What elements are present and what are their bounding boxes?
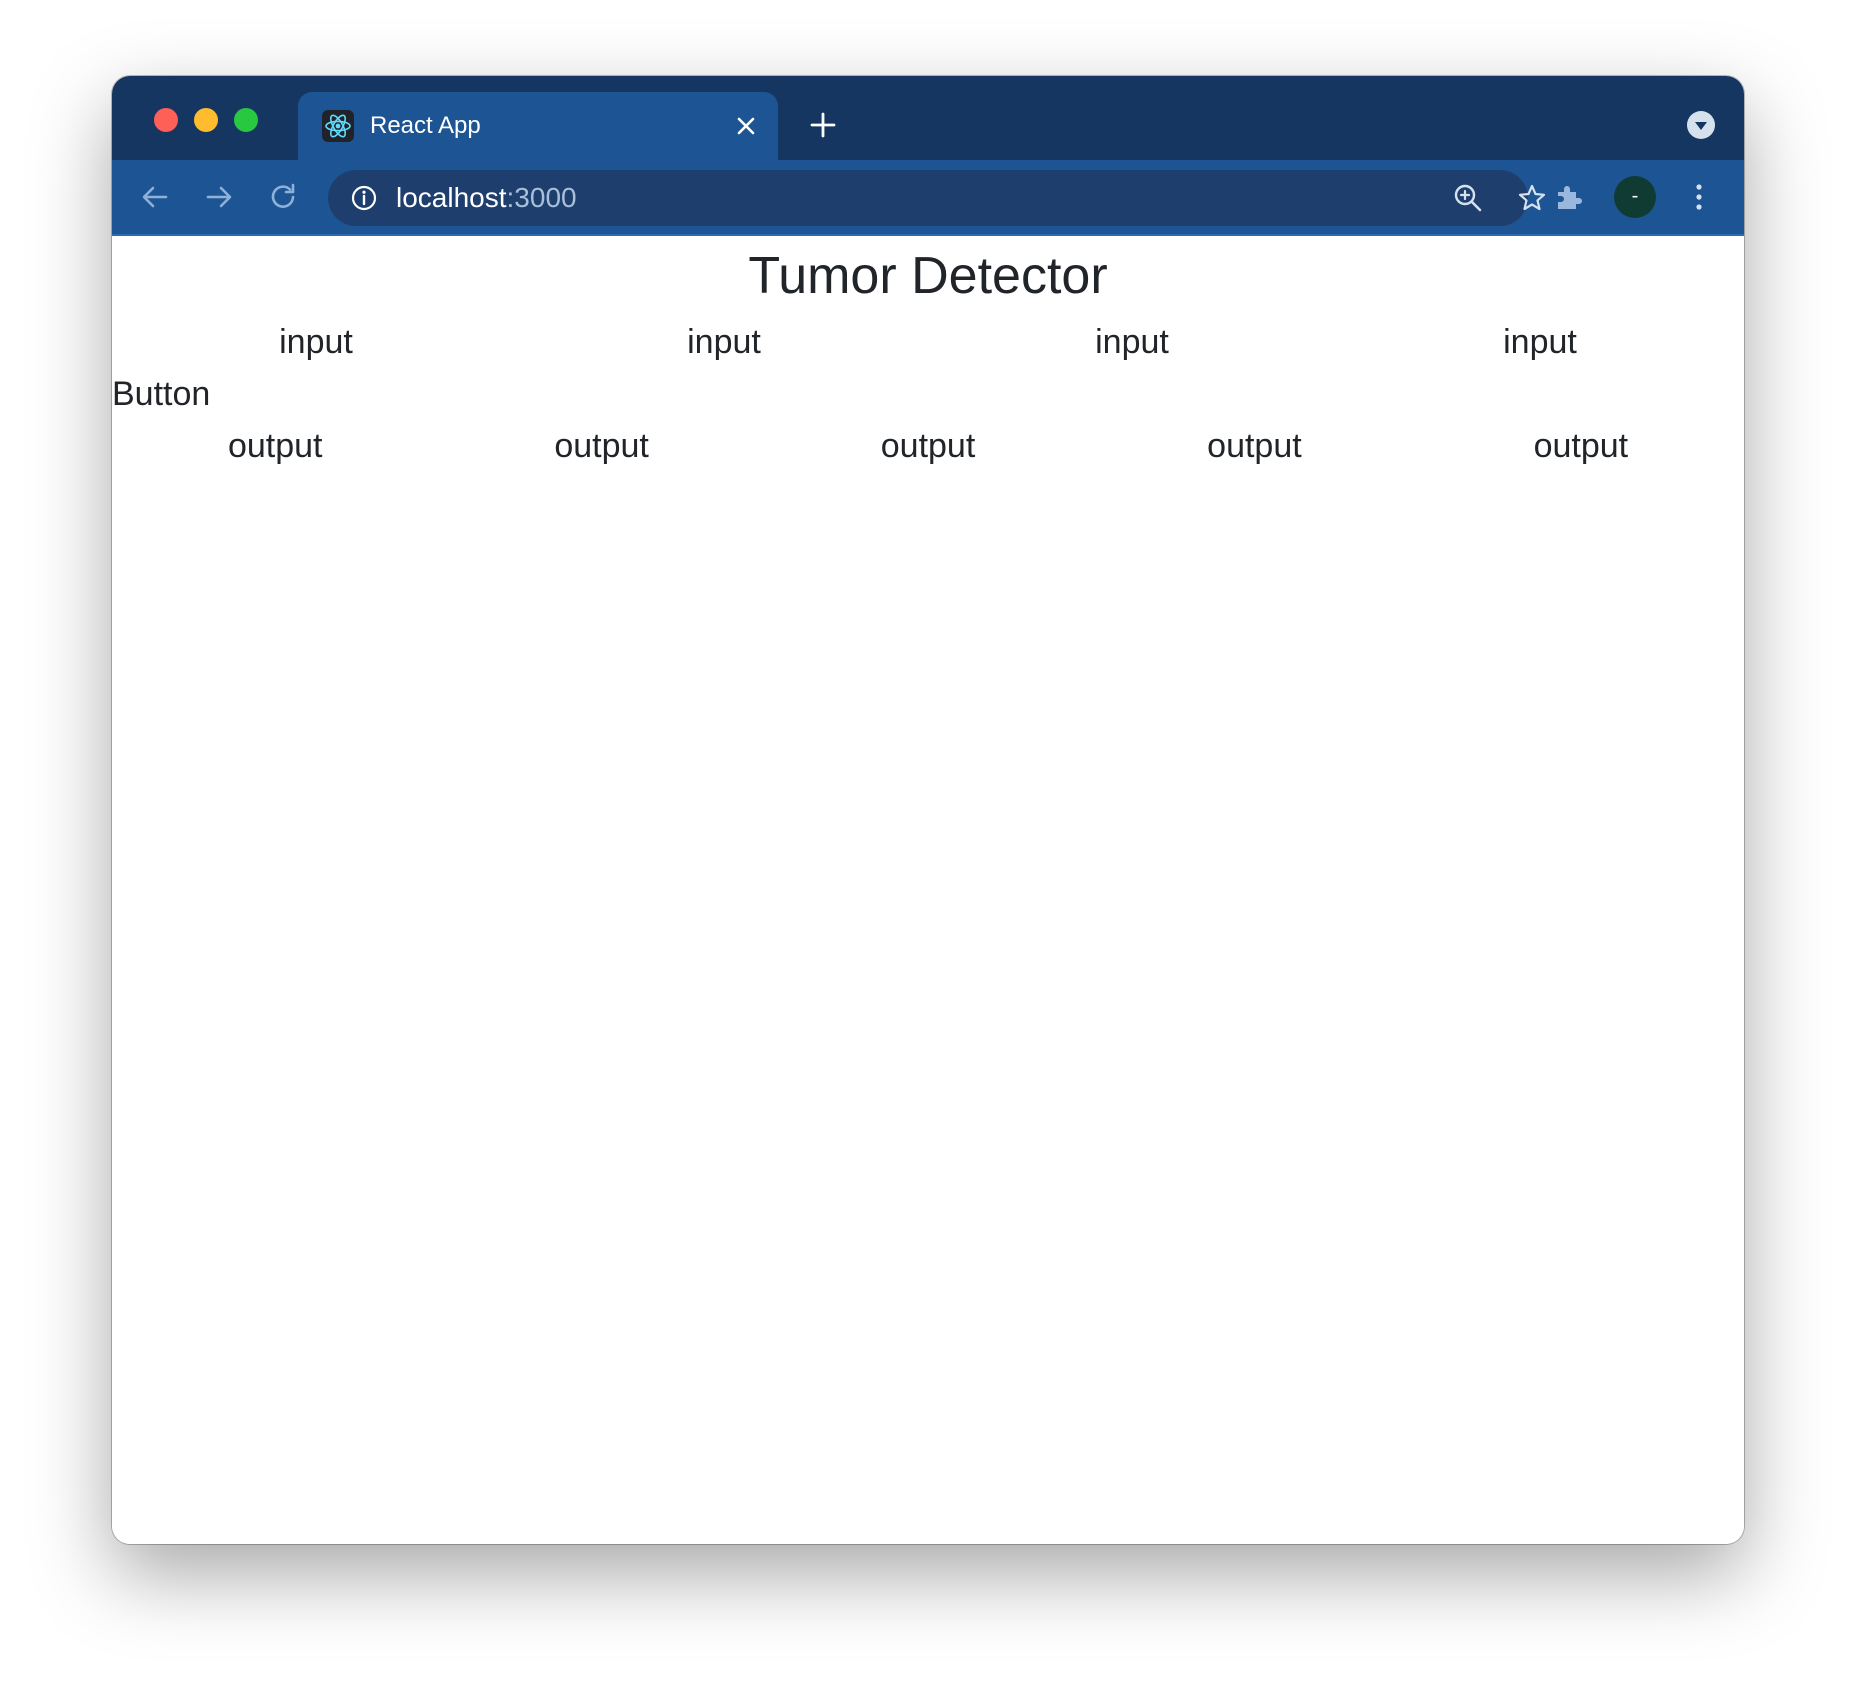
extensions-puzzle-icon[interactable] <box>1552 180 1586 214</box>
forward-arrow-icon[interactable] <box>202 180 236 214</box>
page-content: Tumor Detector input input input input B… <box>112 236 1744 1544</box>
address-bar[interactable]: localhost:3000 <box>328 170 1546 226</box>
window-minimize-button[interactable] <box>194 108 218 132</box>
output-label-1: output <box>227 427 323 465</box>
tab-search-dropdown-icon[interactable] <box>1686 110 1716 140</box>
profile-avatar[interactable]: - <box>1614 176 1656 218</box>
output-label-5: output <box>1533 427 1629 465</box>
site-info-icon[interactable] <box>350 184 378 212</box>
browser-menu-icon[interactable] <box>1682 180 1716 214</box>
zoom-icon[interactable] <box>1452 182 1484 214</box>
reload-icon[interactable] <box>266 180 300 214</box>
output-label-4: output <box>1207 427 1302 465</box>
url-port: :3000 <box>506 182 577 213</box>
close-tab-icon[interactable] <box>734 114 758 138</box>
page-title: Tumor Detector <box>748 247 1108 305</box>
react-logo-icon <box>322 110 354 142</box>
inputs-row: input input input input <box>112 320 1744 364</box>
browser-toolbar: localhost:3000 - <box>112 160 1744 236</box>
tab-react-app[interactable]: React App <box>298 92 778 160</box>
input-label-4: input <box>1503 323 1577 361</box>
new-tab-plus-icon[interactable] <box>808 110 838 140</box>
window-maximize-button[interactable] <box>234 108 258 132</box>
back-arrow-icon[interactable] <box>138 180 172 214</box>
outputs-row: output output output output output <box>112 424 1744 468</box>
output-label-2: output <box>554 427 649 465</box>
input-label-1: input <box>279 323 353 361</box>
output-label-3: output <box>880 427 976 465</box>
window-close-button[interactable] <box>154 108 178 132</box>
url-text: localhost:3000 <box>396 182 577 214</box>
bookmark-star-icon[interactable] <box>1516 182 1548 214</box>
browser-window: React App localhost:3000 - Tumor Detecto… <box>112 76 1744 1544</box>
submit-button[interactable]: Button <box>112 372 210 416</box>
url-host: localhost <box>396 182 507 213</box>
input-label-2: input <box>687 323 761 361</box>
input-label-3: input <box>1095 323 1169 361</box>
tab-strip: React App <box>112 76 1744 160</box>
tab-title: React App <box>370 112 481 139</box>
